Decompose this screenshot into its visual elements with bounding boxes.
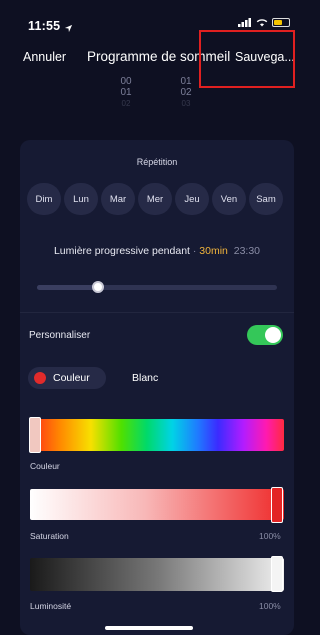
color-mode-label[interactable]: Couleur xyxy=(53,372,90,384)
battery-icon xyxy=(272,18,290,27)
customize-label: Personnaliser xyxy=(29,330,91,341)
day-button-ven[interactable]: Ven xyxy=(212,183,246,215)
progressive-end-time: 23:30 xyxy=(233,245,261,257)
wifi-icon xyxy=(256,19,268,27)
app-screen: 11:55 Annuler Programme de sommeil Sauve… xyxy=(0,0,297,635)
customize-toggle[interactable] xyxy=(247,325,283,345)
day-button-mar[interactable]: Mar xyxy=(101,183,135,215)
day-button-dim[interactable]: Dim xyxy=(27,183,61,215)
hour-option[interactable]: 02 xyxy=(116,98,136,109)
highlight-box xyxy=(199,30,295,88)
minute-option[interactable]: 01 xyxy=(176,76,196,87)
duration-slider-thumb[interactable] xyxy=(92,281,104,293)
color-dot-icon xyxy=(34,372,46,384)
day-button-jeu[interactable]: Jeu xyxy=(175,183,209,215)
cancel-button[interactable]: Annuler xyxy=(23,50,66,64)
color-slider-handle[interactable] xyxy=(29,417,41,453)
minute-option[interactable]: 02 xyxy=(176,87,196,98)
luminosity-label: Luminosité xyxy=(30,601,72,611)
hour-option[interactable]: 01 xyxy=(116,87,136,98)
saturation-label: Saturation xyxy=(30,531,69,541)
home-indicator[interactable] xyxy=(105,626,193,630)
luminosity-value: 100% xyxy=(259,601,281,611)
repetition-label: Répétition xyxy=(136,157,178,167)
progressive-duration: 30min xyxy=(199,245,228,257)
weekday-selector: Dim Lun Mar Mer Jeu Ven Sam xyxy=(27,183,283,215)
minute-picker[interactable]: 01 02 03 xyxy=(176,76,196,109)
hour-picker[interactable]: 00 01 02 xyxy=(116,76,136,109)
progressive-light-text: Lumière progressive pendant xyxy=(53,245,190,257)
toggle-knob xyxy=(265,327,281,343)
color-spectrum-slider[interactable] xyxy=(30,419,284,451)
saturation-slider[interactable] xyxy=(30,489,284,520)
duration-slider-fill xyxy=(37,285,99,290)
status-icons xyxy=(238,18,290,27)
luminosity-slider[interactable] xyxy=(30,558,284,591)
signal-icon xyxy=(238,18,251,27)
day-button-lun[interactable]: Lun xyxy=(64,183,98,215)
status-time: 11:55 xyxy=(28,19,61,33)
progressive-light-label: Lumière progressive pendant · 30min 23:3… xyxy=(20,245,294,257)
saturation-slider-handle[interactable] xyxy=(271,487,283,523)
day-button-mer[interactable]: Mer xyxy=(138,183,172,215)
divider xyxy=(20,312,294,313)
color-slider-label: Couleur xyxy=(30,461,60,471)
location-arrow-icon xyxy=(64,20,73,38)
white-mode-option[interactable]: Blanc xyxy=(132,372,158,384)
saturation-value: 100% xyxy=(259,531,281,541)
day-button-sam[interactable]: Sam xyxy=(249,183,283,215)
minute-option[interactable]: 03 xyxy=(176,98,196,109)
hour-option[interactable]: 00 xyxy=(116,76,136,87)
label-separator: · xyxy=(192,245,197,257)
luminosity-slider-handle[interactable] xyxy=(271,556,283,592)
